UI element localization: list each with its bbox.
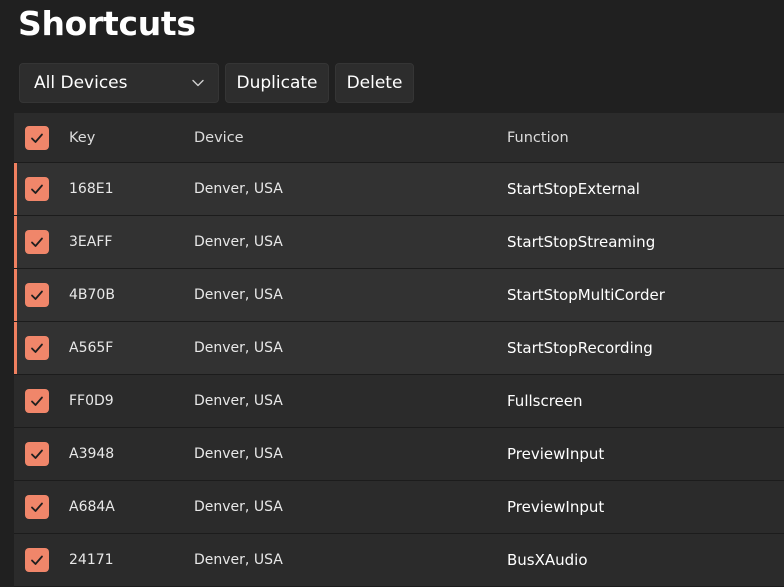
row-device: Denver, USA	[194, 446, 283, 462]
selection-indicator	[14, 322, 17, 374]
row-function: StartStopStreaming	[507, 233, 656, 251]
device-filter-dropdown[interactable]: All Devices	[19, 63, 219, 103]
column-header-device[interactable]: Device	[194, 130, 244, 146]
selection-indicator	[14, 481, 17, 533]
row-key: FF0D9	[69, 393, 114, 409]
row-function: StartStopExternal	[507, 180, 640, 198]
checkmark-icon	[31, 290, 43, 300]
table-row[interactable]: A3948 Denver, USA PreviewInput	[14, 428, 784, 481]
selection-indicator	[14, 534, 17, 586]
row-function: StartStopMultiCorder	[507, 286, 665, 304]
row-function: PreviewInput	[507, 498, 605, 516]
table-row[interactable]: A684A Denver, USA PreviewInput	[14, 481, 784, 534]
table-row[interactable]: 168E1 Denver, USA StartStopExternal	[14, 163, 784, 216]
row-key: A684A	[69, 499, 115, 515]
row-device: Denver, USA	[194, 393, 283, 409]
row-key: 168E1	[69, 181, 114, 197]
duplicate-button[interactable]: Duplicate	[225, 63, 329, 103]
row-device: Denver, USA	[194, 181, 283, 197]
selection-indicator	[14, 375, 17, 427]
table-row[interactable]: 24171 Denver, USA BusXAudio	[14, 534, 784, 587]
checkmark-icon	[31, 133, 43, 143]
table-row[interactable]: A565F Denver, USA StartStopRecording	[14, 322, 784, 375]
page-title: Shortcuts	[18, 4, 196, 43]
device-filter-label: All Devices	[34, 73, 128, 93]
row-function: PreviewInput	[507, 445, 605, 463]
row-checkbox[interactable]	[25, 389, 49, 413]
row-device: Denver, USA	[194, 499, 283, 515]
checkmark-icon	[31, 502, 43, 512]
column-header-function[interactable]: Function	[507, 130, 569, 146]
shortcuts-table: Key Device Function 168E1 Denver, USA Star…	[14, 113, 784, 587]
row-checkbox[interactable]	[25, 283, 49, 307]
table-row[interactable]: 4B70B Denver, USA StartStopMultiCorder	[14, 269, 784, 322]
row-function: StartStopRecording	[507, 339, 653, 357]
table-row[interactable]: FF0D9 Denver, USA Fullscreen	[14, 375, 784, 428]
row-key: 24171	[69, 552, 114, 568]
table-header: Key Device Function	[14, 113, 784, 163]
row-checkbox[interactable]	[25, 336, 49, 360]
checkmark-icon	[31, 184, 43, 194]
row-checkbox[interactable]	[25, 495, 49, 519]
row-function: BusXAudio	[507, 551, 588, 569]
row-key: A3948	[69, 446, 115, 462]
toolbar: All Devices Duplicate Delete	[19, 63, 414, 103]
selection-indicator	[14, 216, 17, 268]
row-checkbox[interactable]	[25, 548, 49, 572]
row-device: Denver, USA	[194, 552, 283, 568]
selection-indicator	[14, 269, 17, 321]
row-checkbox[interactable]	[25, 230, 49, 254]
delete-button[interactable]: Delete	[335, 63, 414, 103]
row-function: Fullscreen	[507, 392, 583, 410]
checkmark-icon	[31, 237, 43, 247]
row-device: Denver, USA	[194, 234, 283, 250]
row-key: 3EAFF	[69, 234, 113, 250]
selection-indicator	[14, 428, 17, 480]
checkmark-icon	[31, 555, 43, 565]
checkmark-icon	[31, 449, 43, 459]
row-key: 4B70B	[69, 287, 115, 303]
column-header-key[interactable]: Key	[69, 130, 95, 146]
checkmark-icon	[31, 396, 43, 406]
row-device: Denver, USA	[194, 287, 283, 303]
row-checkbox[interactable]	[25, 177, 49, 201]
table-row[interactable]: 3EAFF Denver, USA StartStopStreaming	[14, 216, 784, 269]
checkmark-icon	[31, 343, 43, 353]
row-key: A565F	[69, 340, 114, 356]
row-checkbox[interactable]	[25, 442, 49, 466]
selection-indicator	[14, 163, 17, 215]
chevron-down-icon	[192, 77, 204, 89]
select-all-checkbox[interactable]	[25, 125, 49, 150]
row-device: Denver, USA	[194, 340, 283, 356]
